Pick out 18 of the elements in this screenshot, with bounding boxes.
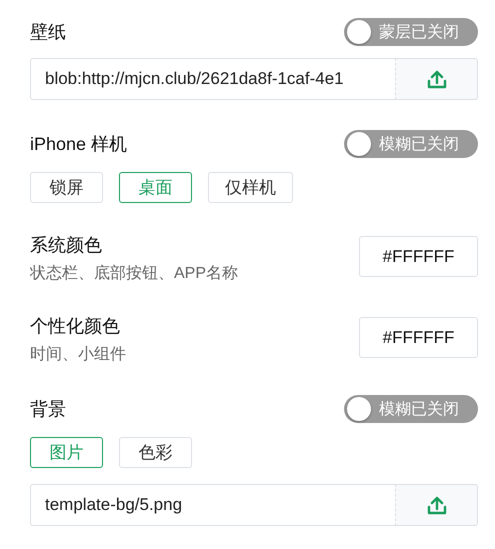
section-description: 状态栏、底部按钮、APP名称 (30, 264, 238, 284)
upload-button[interactable] (395, 58, 478, 100)
section-title: iPhone 样机 (30, 133, 128, 156)
file-path-field[interactable]: template-bg/5.png (30, 484, 395, 526)
color-value-button[interactable]: #FFFFFF (359, 236, 478, 277)
section-title: 系统颜色 (30, 234, 103, 257)
upload-icon (426, 495, 446, 515)
upload-icon (426, 69, 446, 89)
section-description: 时间、小组件 (30, 344, 126, 365)
option-button[interactable]: 色彩 (119, 437, 192, 468)
section-title: 背景 (30, 398, 66, 421)
option-button[interactable]: 仅样机 (208, 172, 293, 203)
section-title: 壁纸 (30, 21, 66, 44)
option-button[interactable]: 锁屏 (30, 172, 103, 203)
color-value-button[interactable]: #FFFFFF (359, 317, 478, 358)
file-path-field[interactable]: blob:http://mjcn.club/2621da8f-1caf-4e1 (30, 58, 395, 100)
upload-button[interactable] (395, 484, 478, 526)
section-title: 个性化颜色 (30, 315, 121, 338)
